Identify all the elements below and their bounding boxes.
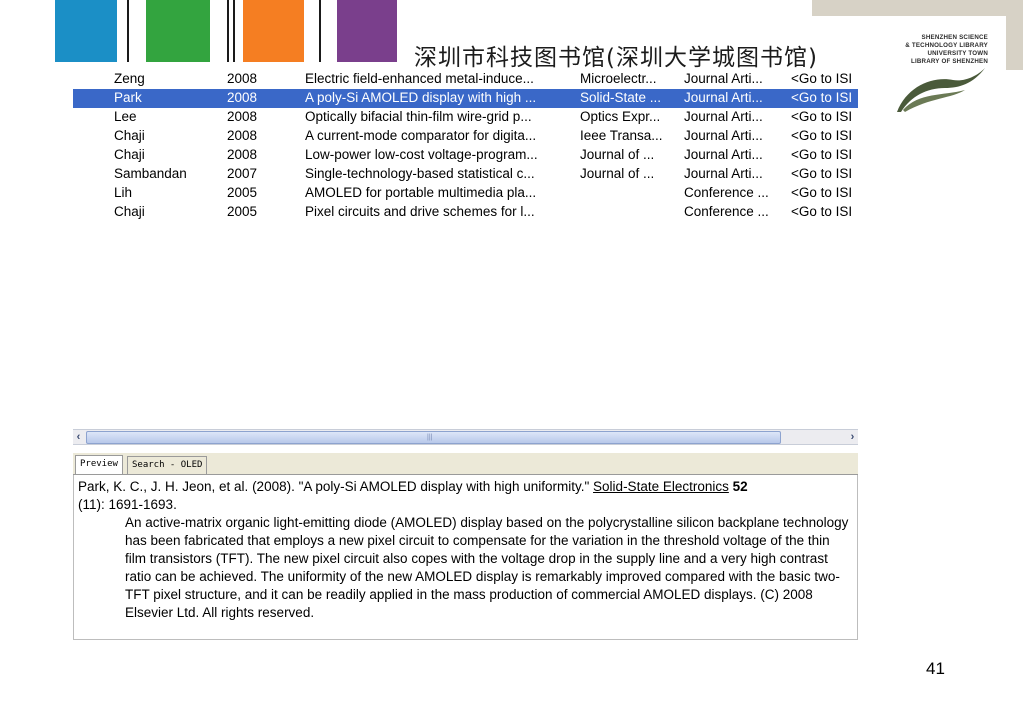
year-cell: 2008 xyxy=(227,128,258,143)
title-cell: AMOLED for portable multimedia pla... xyxy=(305,185,537,200)
title-cell: Single-technology-based statistical c... xyxy=(305,166,535,181)
title-cell: Optically bifacial thin-film wire-grid p… xyxy=(305,109,532,124)
url-cell[interactable]: <Go to ISI xyxy=(791,90,858,105)
table-row[interactable]: Zeng 2008 Electric field-enhanced metal-… xyxy=(73,70,858,89)
table-row[interactable]: Sambandan 2007 Single-technology-based s… xyxy=(73,165,858,184)
citation-authors-title: Park, K. C., J. H. Jeon, et al. (2008). … xyxy=(78,479,594,494)
logo-line: & TECHNOLOGY LIBRARY xyxy=(905,42,988,49)
tab-bar: Preview Search - OLED xyxy=(73,453,858,475)
table-row[interactable]: Lee 2008 Optically bifacial thin-film wi… xyxy=(73,108,858,127)
tab-search-oled[interactable]: Search - OLED xyxy=(127,456,208,474)
author-cell: Zeng xyxy=(114,71,145,86)
author-cell: Chaji xyxy=(114,204,145,219)
author-cell: Lee xyxy=(114,109,137,124)
green-color-block xyxy=(146,0,210,62)
reference-list: Zeng 2008 Electric field-enhanced metal-… xyxy=(73,70,858,222)
scroll-right-arrow-icon[interactable]: › xyxy=(847,430,858,444)
journal-cell: Ieee Transa... xyxy=(580,128,663,143)
year-cell: 2007 xyxy=(227,166,258,181)
library-logo-swoosh-icon xyxy=(897,68,985,112)
citation-pages: (11): 1691-1693. xyxy=(78,497,177,512)
horizontal-scrollbar[interactable]: ‹ ||| › xyxy=(73,429,858,445)
author-cell: Chaji xyxy=(114,128,145,143)
scrollbar-grip-icon: ||| xyxy=(427,434,433,441)
year-cell: 2008 xyxy=(227,147,258,162)
journal-cell: Optics Expr... xyxy=(580,109,661,124)
table-row[interactable]: Lih 2005 AMOLED for portable multimedia … xyxy=(73,184,858,203)
type-cell: Journal Arti... xyxy=(684,71,763,86)
url-cell[interactable]: <Go to ISI xyxy=(791,204,858,219)
type-cell: Journal Arti... xyxy=(684,90,763,105)
type-cell: Journal Arti... xyxy=(684,128,763,143)
url-cell[interactable]: <Go to ISI xyxy=(791,109,858,124)
citation-journal-link[interactable]: Solid-State Electronics xyxy=(593,479,729,494)
logo-line: UNIVERSITY TOWN xyxy=(927,50,988,57)
year-cell: 2008 xyxy=(227,109,258,124)
type-cell: Journal Arti... xyxy=(684,109,763,124)
abstract-text: An active-matrix organic light-emitting … xyxy=(125,515,849,620)
logo-line: LIBRARY OF SHENZHEN xyxy=(910,58,988,65)
type-cell: Conference ... xyxy=(684,204,769,219)
author-cell: Sambandan xyxy=(114,166,187,181)
purple-color-block xyxy=(337,0,397,62)
scrollbar-thumb[interactable]: ||| xyxy=(86,431,781,444)
url-cell[interactable]: <Go to ISI xyxy=(791,147,858,162)
citation-text: Park, K. C., J. H. Jeon, et al. (2008). … xyxy=(74,475,857,514)
preview-pane: Park, K. C., J. H. Jeon, et al. (2008). … xyxy=(73,475,858,640)
corner-decoration xyxy=(812,0,1023,16)
header-divider-line xyxy=(319,0,321,62)
logo-line: SHENZHEN SCIENCE xyxy=(921,34,988,41)
library-logo-text: SHENZHEN SCIENCE & TECHNOLOGY LIBRARY UN… xyxy=(880,34,988,66)
page-number: 41 xyxy=(926,659,945,678)
year-cell: 2005 xyxy=(227,185,258,200)
title-cell: Electric field-enhanced metal-induce... xyxy=(305,71,534,86)
url-cell[interactable]: <Go to ISI xyxy=(791,128,858,143)
type-cell: Conference ... xyxy=(684,185,769,200)
tab-preview[interactable]: Preview xyxy=(75,455,123,474)
year-cell: 2008 xyxy=(227,90,258,105)
citation-volume: 52 xyxy=(732,479,748,494)
orange-color-block xyxy=(243,0,304,62)
type-cell: Journal Arti... xyxy=(684,166,763,181)
header-divider-line xyxy=(227,0,229,62)
url-cell[interactable]: <Go to ISI xyxy=(791,71,858,86)
title-cell: Low-power low-cost voltage-program... xyxy=(305,147,538,162)
author-cell: Chaji xyxy=(114,147,145,162)
table-row[interactable]: Chaji 2008 Low-power low-cost voltage-pr… xyxy=(73,146,858,165)
journal-cell: Journal of ... xyxy=(580,147,655,162)
table-row-selected[interactable]: Park 2008 A poly-Si AMOLED display with … xyxy=(73,89,858,108)
url-cell[interactable]: <Go to ISI xyxy=(791,185,858,200)
blue-color-block xyxy=(55,0,117,62)
year-cell: 2008 xyxy=(227,71,258,86)
title-cell: A poly-Si AMOLED display with high ... xyxy=(305,90,537,105)
table-row[interactable]: Chaji 2008 A current-mode comparator for… xyxy=(73,127,858,146)
title-cell: Pixel circuits and drive schemes for l..… xyxy=(305,204,535,219)
library-title: 深圳市科技图书馆(深圳大学城图书馆) xyxy=(414,45,818,71)
type-cell: Journal Arti... xyxy=(684,147,763,162)
journal-cell: Microelectr... xyxy=(580,71,657,86)
journal-cell: Solid-State ... xyxy=(580,90,662,105)
journal-cell: Journal of ... xyxy=(580,166,655,181)
header-divider-line xyxy=(233,0,235,62)
author-cell: Park xyxy=(114,90,142,105)
year-cell: 2005 xyxy=(227,204,258,219)
table-row[interactable]: Chaji 2005 Pixel circuits and drive sche… xyxy=(73,203,858,222)
title-cell: A current-mode comparator for digita... xyxy=(305,128,537,143)
author-cell: Lih xyxy=(114,185,133,200)
scroll-left-arrow-icon[interactable]: ‹ xyxy=(73,430,84,444)
url-cell[interactable]: <Go to ISI xyxy=(791,166,858,181)
header-divider-line xyxy=(127,0,129,62)
corner-decoration xyxy=(1006,0,1023,70)
